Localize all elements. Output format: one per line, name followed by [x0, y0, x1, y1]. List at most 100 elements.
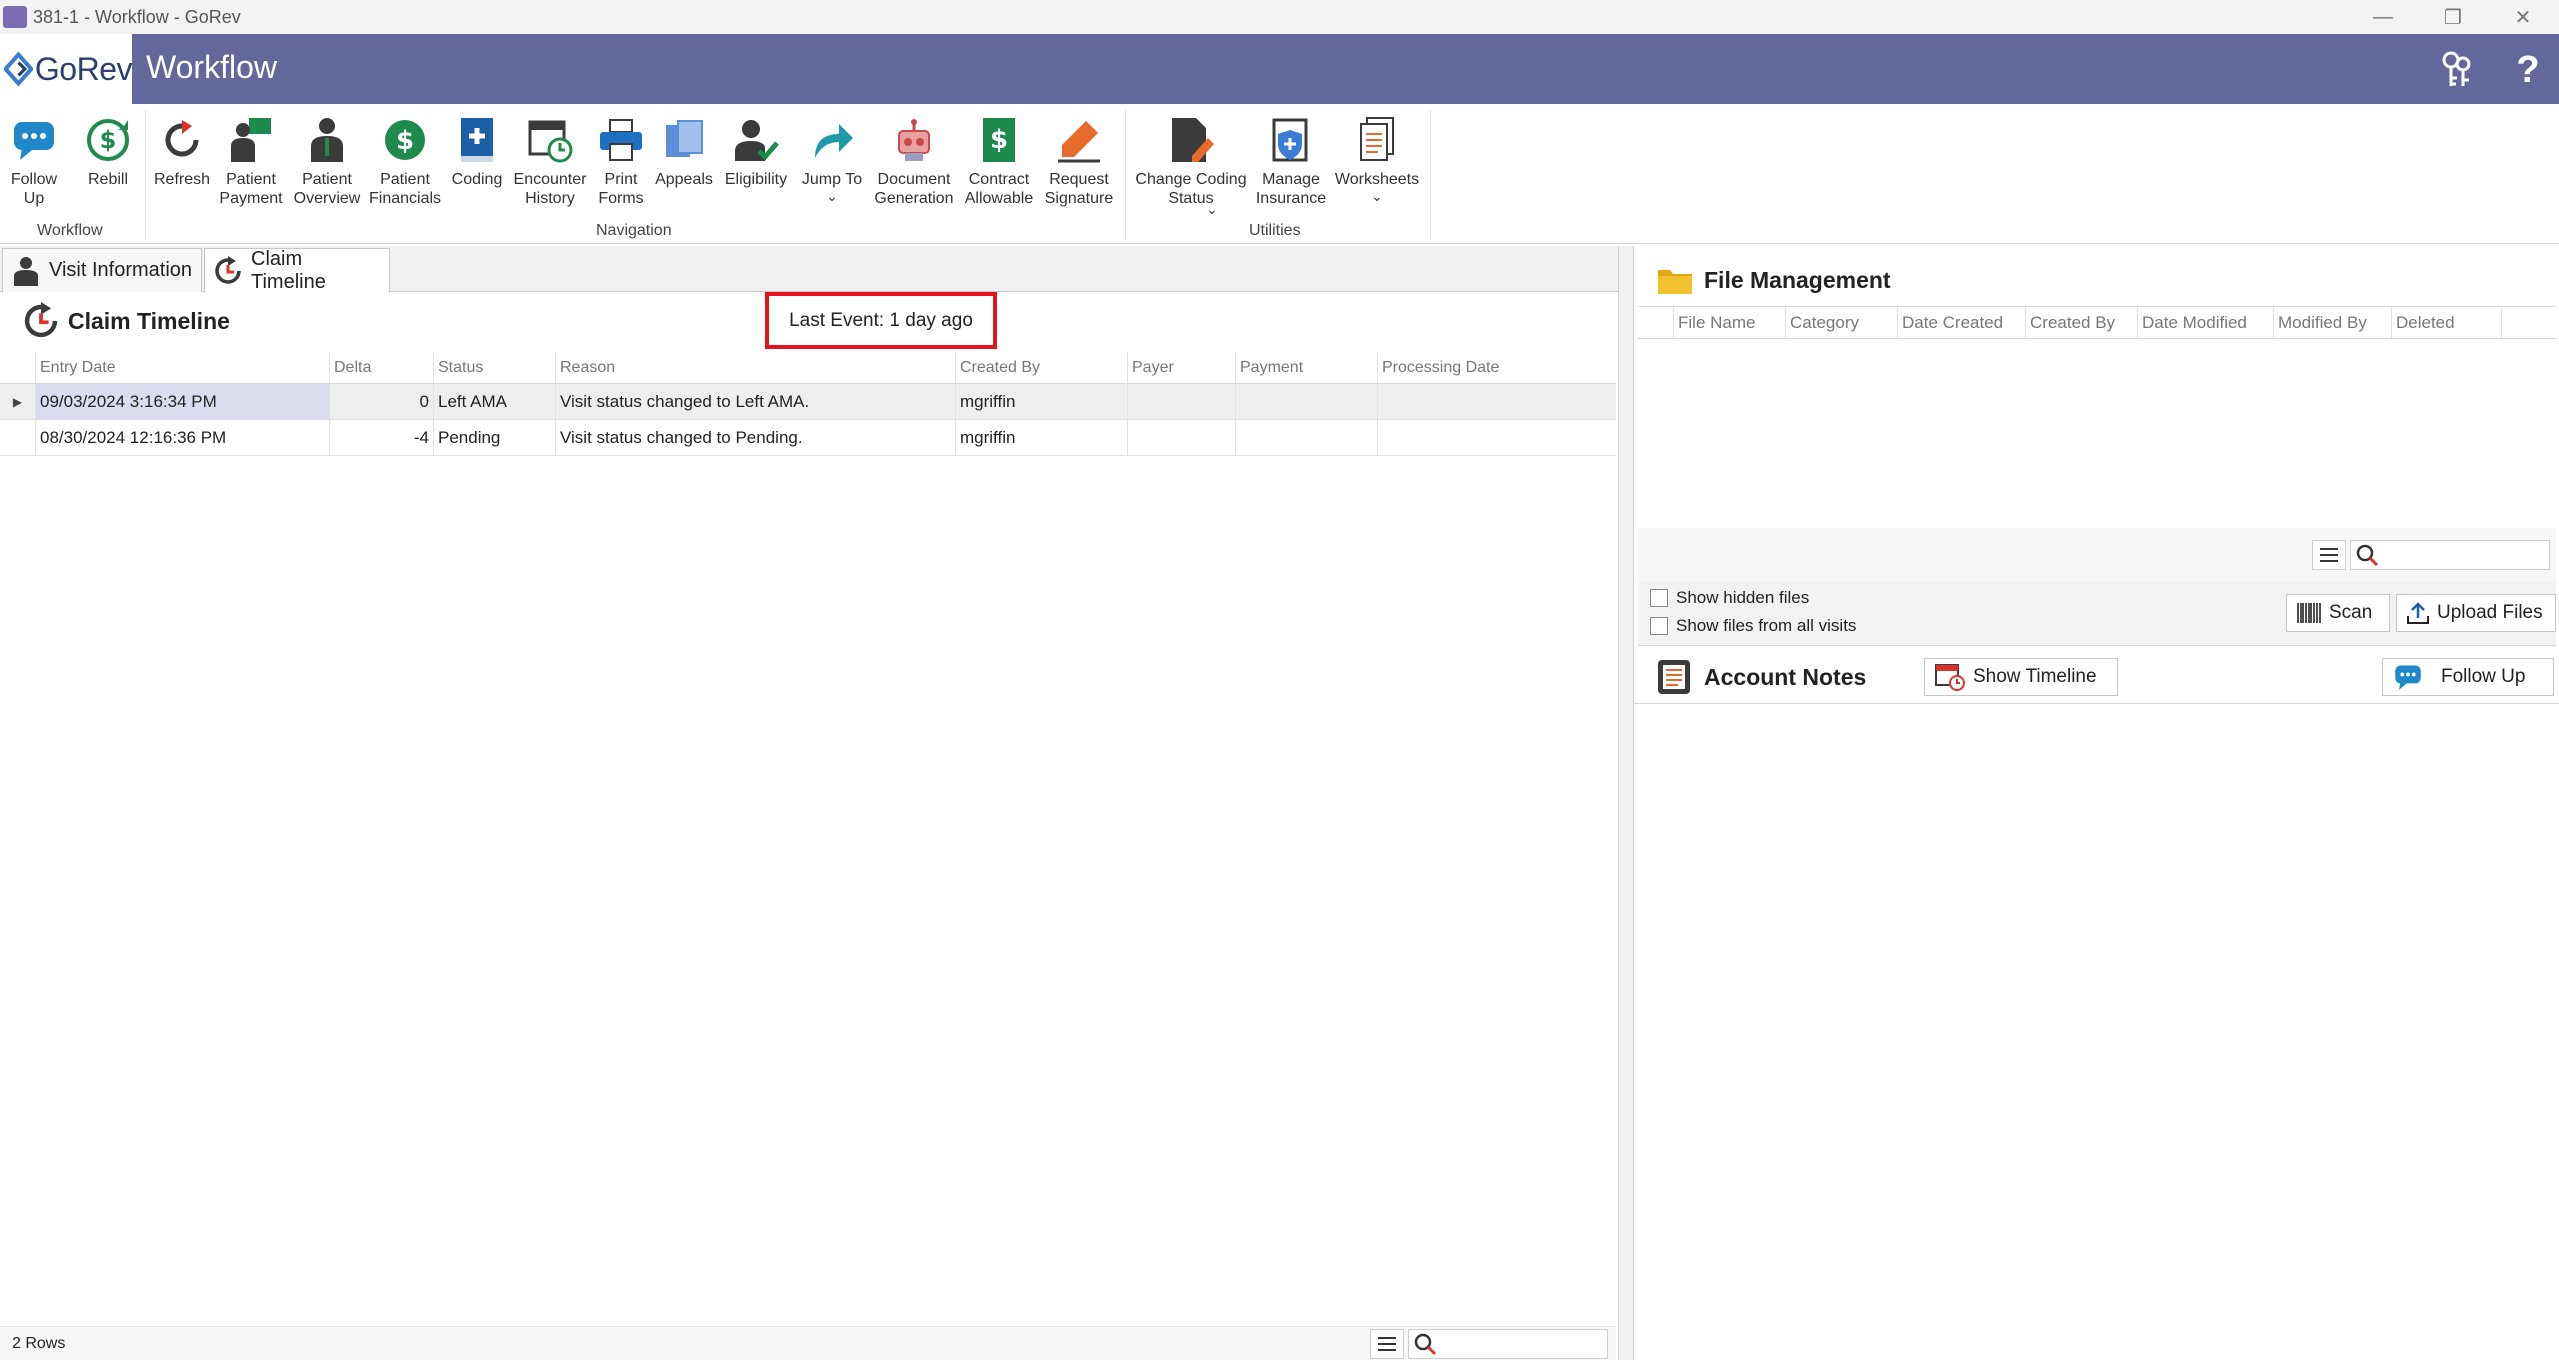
column-header-created-by[interactable]: Created By: [956, 352, 1128, 383]
cell-processing-date: [1378, 420, 1616, 455]
folder-icon: [1658, 270, 1692, 294]
column-header-status[interactable]: Status: [434, 352, 556, 383]
show-timeline-label: Show Timeline: [1973, 666, 2097, 687]
grid-search-input[interactable]: [1408, 1329, 1608, 1359]
print-forms-button[interactable]: Print Forms: [594, 114, 648, 208]
cell-payer: [1128, 384, 1236, 419]
checkbox-box[interactable]: [1650, 617, 1668, 635]
follow-up-button[interactable]: Follow Up: [8, 114, 60, 208]
file-search-input[interactable]: [2350, 540, 2550, 570]
row-indicator-header: [0, 352, 36, 383]
column-header-created-by[interactable]: Created By: [2026, 307, 2138, 338]
close-button[interactable]: ✕: [2488, 0, 2558, 34]
show-hidden-files-checkbox[interactable]: Show hidden files: [1650, 588, 1809, 608]
column-header-payer[interactable]: Payer: [1128, 352, 1236, 383]
scan-button[interactable]: Scan: [2286, 594, 2390, 632]
patient-icon: [11, 256, 41, 286]
column-header-reason[interactable]: Reason: [556, 352, 956, 383]
notes-icon: [1658, 660, 1690, 694]
coding-button[interactable]: Coding: [450, 114, 504, 189]
file-management-header: File Management: [1658, 266, 1891, 294]
checkbox-box[interactable]: [1650, 589, 1668, 607]
panel-splitter[interactable]: [1618, 246, 1634, 1360]
column-header-processing-date[interactable]: Processing Date: [1378, 352, 1616, 383]
column-menu-button[interactable]: [1370, 1329, 1404, 1359]
svg-text:$: $: [396, 126, 414, 156]
column-header-category[interactable]: Category: [1786, 307, 1898, 338]
row-count: 2 Rows: [12, 1335, 66, 1352]
group-label-workflow: Workflow: [37, 222, 103, 239]
user-check-icon: [730, 114, 782, 166]
pen-signature-icon: [1053, 114, 1105, 166]
column-header-payment[interactable]: Payment: [1236, 352, 1378, 383]
patient-financials-label: Patient Financials: [368, 171, 442, 207]
minimize-button[interactable]: —: [2348, 0, 2418, 34]
rebill-button[interactable]: $ Rebill: [80, 114, 136, 189]
file-column-menu-button[interactable]: [2312, 540, 2346, 570]
appeals-button[interactable]: Appeals: [654, 114, 714, 189]
file-grid-header-row: File Name Category Date Created Created …: [1638, 307, 2556, 339]
cell-payer: [1128, 420, 1236, 455]
upload-files-button[interactable]: Upload Files: [2396, 594, 2556, 632]
last-event-indicator: Last Event: 1 day ago: [765, 292, 997, 349]
patient-overview-button[interactable]: Patient Overview: [292, 114, 362, 208]
column-header-delta[interactable]: Delta: [330, 352, 434, 383]
account-notes-bar: Account Notes Show Timeline Follow Up: [1634, 650, 2559, 704]
gorev-logo-icon: [4, 51, 33, 87]
upload-files-label: Upload Files: [2437, 602, 2543, 623]
table-row[interactable]: 08/30/2024 12:16:36 PM -4 Pending Visit …: [0, 420, 1616, 456]
cell-created-by: mgriffin: [956, 420, 1128, 455]
show-all-visits-label: Show files from all visits: [1676, 616, 1857, 635]
page-title: Workflow: [146, 49, 277, 85]
patient-payment-label: Patient Payment: [219, 171, 283, 207]
column-header-entry-date[interactable]: Entry Date: [36, 352, 330, 383]
cell-delta: -4: [330, 420, 434, 455]
column-header-modified-by[interactable]: Modified By: [2274, 307, 2392, 338]
timeline-clock-icon: [24, 302, 58, 338]
request-signature-button[interactable]: Request Signature: [1042, 114, 1116, 208]
tab-visit-information[interactable]: Visit Information: [2, 248, 202, 292]
worksheets-button[interactable]: Worksheets ⌄: [1334, 114, 1420, 206]
contract-allowable-button[interactable]: $ Contract Allowable: [962, 114, 1036, 208]
keys-icon[interactable]: [2434, 48, 2478, 92]
tab-claim-timeline[interactable]: Claim Timeline: [204, 248, 390, 293]
appeals-label: Appeals: [655, 171, 713, 188]
show-timeline-button[interactable]: Show Timeline: [1924, 658, 2118, 696]
chevron-down-icon: ⌄: [1206, 201, 1218, 217]
encounter-history-button[interactable]: Encounter History: [510, 114, 590, 208]
column-header-deleted[interactable]: Deleted: [2392, 307, 2502, 338]
patient-financials-button[interactable]: $ Patient Financials: [368, 114, 442, 208]
svg-text:$: $: [990, 125, 1008, 155]
gorev-logo: GoRev: [0, 34, 133, 104]
jump-to-button[interactable]: Jump To ⌄: [798, 114, 866, 206]
refresh-button[interactable]: Refresh: [154, 114, 210, 189]
change-coding-status-button[interactable]: Change Coding Status ⌄: [1134, 114, 1248, 217]
show-all-visits-checkbox[interactable]: Show files from all visits: [1650, 616, 1856, 636]
eligibility-label: Eligibility: [724, 171, 788, 188]
column-header-file-name[interactable]: File Name: [1674, 307, 1786, 338]
help-icon[interactable]: ?: [2506, 48, 2550, 92]
column-header-date-created[interactable]: Date Created: [1898, 307, 2026, 338]
claim-panel: Visit Information Claim Timeline Claim T…: [0, 246, 1618, 1360]
rebill-label: Rebill: [87, 171, 128, 188]
patient-payment-button[interactable]: Patient Payment: [216, 114, 286, 208]
manage-insurance-button[interactable]: Manage Insurance: [1254, 114, 1328, 208]
file-grid: File Name Category Date Created Created …: [1638, 306, 2556, 528]
document-generation-label: Document Generation: [874, 171, 954, 207]
cell-created-by: mgriffin: [956, 384, 1128, 419]
restore-button[interactable]: ❐: [2418, 0, 2488, 34]
cell-status: Pending: [434, 420, 556, 455]
column-header-date-modified[interactable]: Date Modified: [2138, 307, 2274, 338]
manage-insurance-label: Manage Insurance: [1255, 171, 1327, 207]
app-header: GoRev Workflow ?: [0, 34, 2559, 104]
account-notes-title: Account Notes: [1704, 663, 1867, 690]
cell-processing-date: [1378, 384, 1616, 419]
document-generation-button[interactable]: Document Generation: [872, 114, 956, 208]
print-forms-label: Print Forms: [598, 171, 644, 207]
table-row[interactable]: ▶ 09/03/2024 3:16:34 PM 0 Left AMA Visit…: [0, 384, 1616, 420]
app-window: 381-1 - Workflow - GoRev — ❐ ✕ GoRev Wor…: [0, 0, 2559, 1360]
side-panel: File Management File Name Category Date …: [1634, 246, 2559, 1360]
notes-follow-up-button[interactable]: Follow Up: [2382, 658, 2554, 696]
cell-entry-date: 08/30/2024 12:16:36 PM: [36, 420, 330, 455]
eligibility-button[interactable]: Eligibility: [720, 114, 792, 189]
